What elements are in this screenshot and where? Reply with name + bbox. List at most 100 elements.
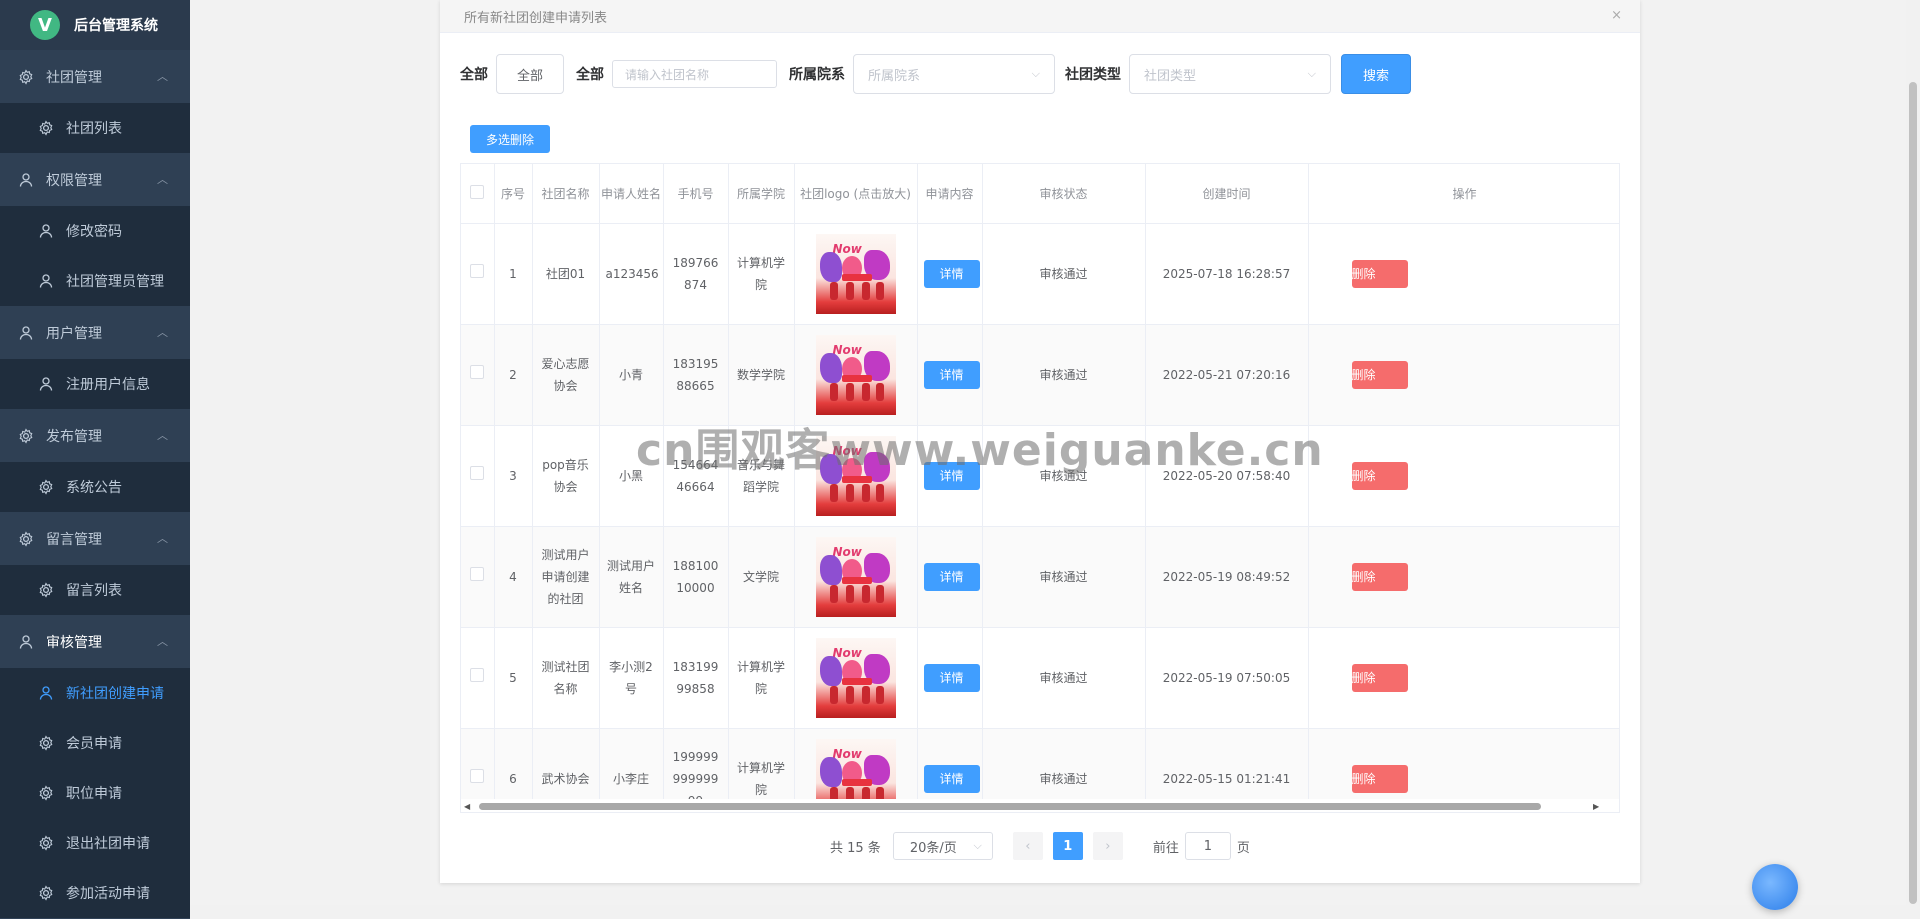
row-checkbox[interactable] bbox=[470, 667, 485, 682]
delete-button[interactable]: 删除 bbox=[1351, 259, 1408, 288]
sidebar-item-4-0[interactable]: 留言列表 bbox=[0, 565, 190, 615]
app-title: 后台管理系统 bbox=[74, 18, 158, 34]
sidebar-item-5-4[interactable]: 参加活动申请 bbox=[0, 868, 190, 918]
cell-no: 3 bbox=[494, 425, 533, 527]
gear-icon bbox=[38, 735, 54, 751]
cell-club-name: 测试社团名称 bbox=[532, 627, 600, 729]
chevron-up-icon: ︿ bbox=[157, 429, 168, 442]
multi-delete-button[interactable]: 多选删除 bbox=[470, 125, 550, 153]
dialog-header: 所有新社团创建申请列表 × bbox=[440, 0, 1640, 33]
close-icon[interactable]: × bbox=[1611, 8, 1622, 23]
sidebar-item-label: 社团列表 bbox=[66, 121, 122, 137]
college-select-placeholder: 所属院系 bbox=[868, 68, 921, 84]
delete-button[interactable]: 删除 bbox=[1351, 562, 1408, 591]
user-icon bbox=[38, 223, 54, 239]
goto-page-input[interactable]: 1 bbox=[1184, 832, 1231, 860]
page-size-select[interactable]: 20条/页 ⌵ bbox=[892, 832, 993, 860]
row-checkbox[interactable] bbox=[470, 768, 485, 783]
floating-assistant-button[interactable] bbox=[1752, 864, 1798, 910]
page-vertical-scrollbar[interactable] bbox=[1906, 0, 1920, 919]
gear-icon bbox=[38, 479, 54, 495]
sidebar-item-2-0[interactable]: 注册用户信息 bbox=[0, 359, 190, 409]
table-horizontal-scroll-thumb[interactable] bbox=[479, 803, 1541, 810]
chevron-down-icon: ⌵ bbox=[973, 839, 982, 852]
cell-actions: 删除 bbox=[1308, 526, 1619, 628]
cell-content: 详情 bbox=[917, 627, 983, 729]
sidebar-item-label: 系统公告 bbox=[66, 480, 122, 496]
sidebar-menu: 社团管理 ︿ 社团列表 权限管理 ︿ 修改密码 社团管理员管理 用户管理 ︿ 注册用户信息 发布管理… bbox=[0, 50, 190, 918]
row-checkbox[interactable] bbox=[470, 566, 485, 581]
detail-button[interactable]: 详情 bbox=[923, 663, 980, 692]
sidebar-group-label: 发布管理 bbox=[46, 428, 102, 445]
select-all-checkbox[interactable] bbox=[470, 184, 485, 199]
header-content: 申请内容 bbox=[917, 164, 983, 224]
sidebar-item-3-0[interactable]: 系统公告 bbox=[0, 462, 190, 512]
detail-button[interactable]: 详情 bbox=[923, 562, 980, 591]
sidebar-item-1-0[interactable]: 修改密码 bbox=[0, 206, 190, 256]
cell-applicant: 测试用户姓名 bbox=[599, 526, 664, 628]
sidebar-group-0[interactable]: 社团管理 ︿ bbox=[0, 50, 190, 103]
detail-button[interactable]: 详情 bbox=[923, 764, 980, 793]
delete-button[interactable]: 删除 bbox=[1351, 461, 1408, 490]
pagination-total: 共 15 条 bbox=[830, 840, 881, 856]
scroll-right-arrow-icon[interactable]: ▶ bbox=[1593, 802, 1599, 811]
header-select-all[interactable] bbox=[461, 164, 495, 224]
header-no: 序号 bbox=[494, 164, 533, 224]
sidebar-item-0-0[interactable]: 社团列表 bbox=[0, 103, 190, 153]
search-button[interactable]: 搜索 bbox=[1341, 54, 1412, 94]
detail-button[interactable]: 详情 bbox=[923, 259, 980, 288]
sidebar-group-2[interactable]: 用户管理 ︿ bbox=[0, 306, 190, 359]
header-college: 所属学院 bbox=[728, 164, 795, 224]
club-logo-image[interactable]: Now bbox=[815, 334, 896, 415]
dialog-title: 所有新社团创建申请列表 bbox=[464, 10, 608, 26]
sidebar-group-label: 留言管理 bbox=[46, 531, 102, 548]
sidebar-item-5-3[interactable]: 退出社团申请 bbox=[0, 818, 190, 868]
club-name-input[interactable]: 请输入社团名称 bbox=[612, 60, 778, 88]
filter-label-college: 所属院系 bbox=[789, 67, 846, 83]
sidebar-item-label: 参加活动申请 bbox=[66, 886, 150, 902]
page-vertical-scroll-thumb[interactable] bbox=[1909, 82, 1917, 904]
scroll-left-arrow-icon[interactable]: ◀ bbox=[464, 802, 470, 811]
club-logo-image[interactable]: Now bbox=[815, 233, 896, 314]
chevron-up-icon: ︿ bbox=[157, 173, 168, 186]
sidebar-group-4[interactable]: 留言管理 ︿ bbox=[0, 512, 190, 565]
club-logo-image[interactable]: Now bbox=[815, 637, 896, 718]
cell-club-name: pop音乐协会 bbox=[532, 425, 600, 527]
club-logo-image[interactable]: Now bbox=[815, 536, 896, 617]
table-horizontal-scrollbar[interactable]: ◀ ▶ bbox=[461, 799, 1619, 812]
club-type-select[interactable]: 社团类型 ⌵ bbox=[1129, 54, 1332, 94]
college-select[interactable]: 所属院系 ⌵ bbox=[853, 54, 1056, 94]
row-checkbox[interactable] bbox=[470, 364, 485, 379]
header-club-name: 社团名称 bbox=[532, 164, 600, 224]
sidebar-item-5-1[interactable]: 会员申请 bbox=[0, 718, 190, 768]
sidebar-item-5-0[interactable]: 新社团创建申请 bbox=[0, 668, 190, 718]
row-select-cell bbox=[461, 425, 495, 527]
cell-created: 2022-05-21 07:20:16 bbox=[1145, 324, 1309, 426]
row-checkbox[interactable] bbox=[470, 465, 485, 480]
user-icon bbox=[38, 273, 54, 289]
row-checkbox[interactable] bbox=[470, 263, 485, 278]
page-suffix: 页 bbox=[1236, 840, 1250, 856]
sidebar-group-5[interactable]: 审核管理 ︿ bbox=[0, 615, 190, 668]
cell-college: 计算机学院 bbox=[728, 223, 795, 325]
sidebar-group-1[interactable]: 权限管理 ︿ bbox=[0, 153, 190, 206]
cell-actions: 删除 bbox=[1308, 324, 1619, 426]
page-horizontal-scrollbar[interactable] bbox=[190, 905, 1906, 919]
delete-button[interactable]: 删除 bbox=[1351, 360, 1408, 389]
sidebar-item-1-1[interactable]: 社团管理员管理 bbox=[0, 256, 190, 306]
sidebar-item-5-2[interactable]: 职位申请 bbox=[0, 768, 190, 818]
detail-button[interactable]: 详情 bbox=[923, 360, 980, 389]
prev-page-button[interactable]: ‹ bbox=[1012, 832, 1043, 860]
applications-table: 序号 社团名称 申请人姓名 手机号 所属学院 社团logo (点击放大) 申请内… bbox=[460, 163, 1620, 813]
delete-button[interactable]: 删除 bbox=[1351, 663, 1408, 692]
page-number-current[interactable]: 1 bbox=[1052, 832, 1083, 860]
filter-all-button[interactable]: 全部 bbox=[496, 54, 565, 94]
sidebar-group-3[interactable]: 发布管理 ︿ bbox=[0, 409, 190, 462]
cell-content: 详情 bbox=[917, 223, 983, 325]
delete-button[interactable]: 删除 bbox=[1351, 764, 1408, 793]
next-page-button[interactable]: › bbox=[1092, 832, 1123, 860]
filter-label-all: 全部 bbox=[460, 67, 488, 83]
cell-club-name: 测试用户申请创建的社团 bbox=[532, 526, 600, 628]
cell-no: 4 bbox=[494, 526, 533, 628]
cell-content: 详情 bbox=[917, 324, 983, 426]
